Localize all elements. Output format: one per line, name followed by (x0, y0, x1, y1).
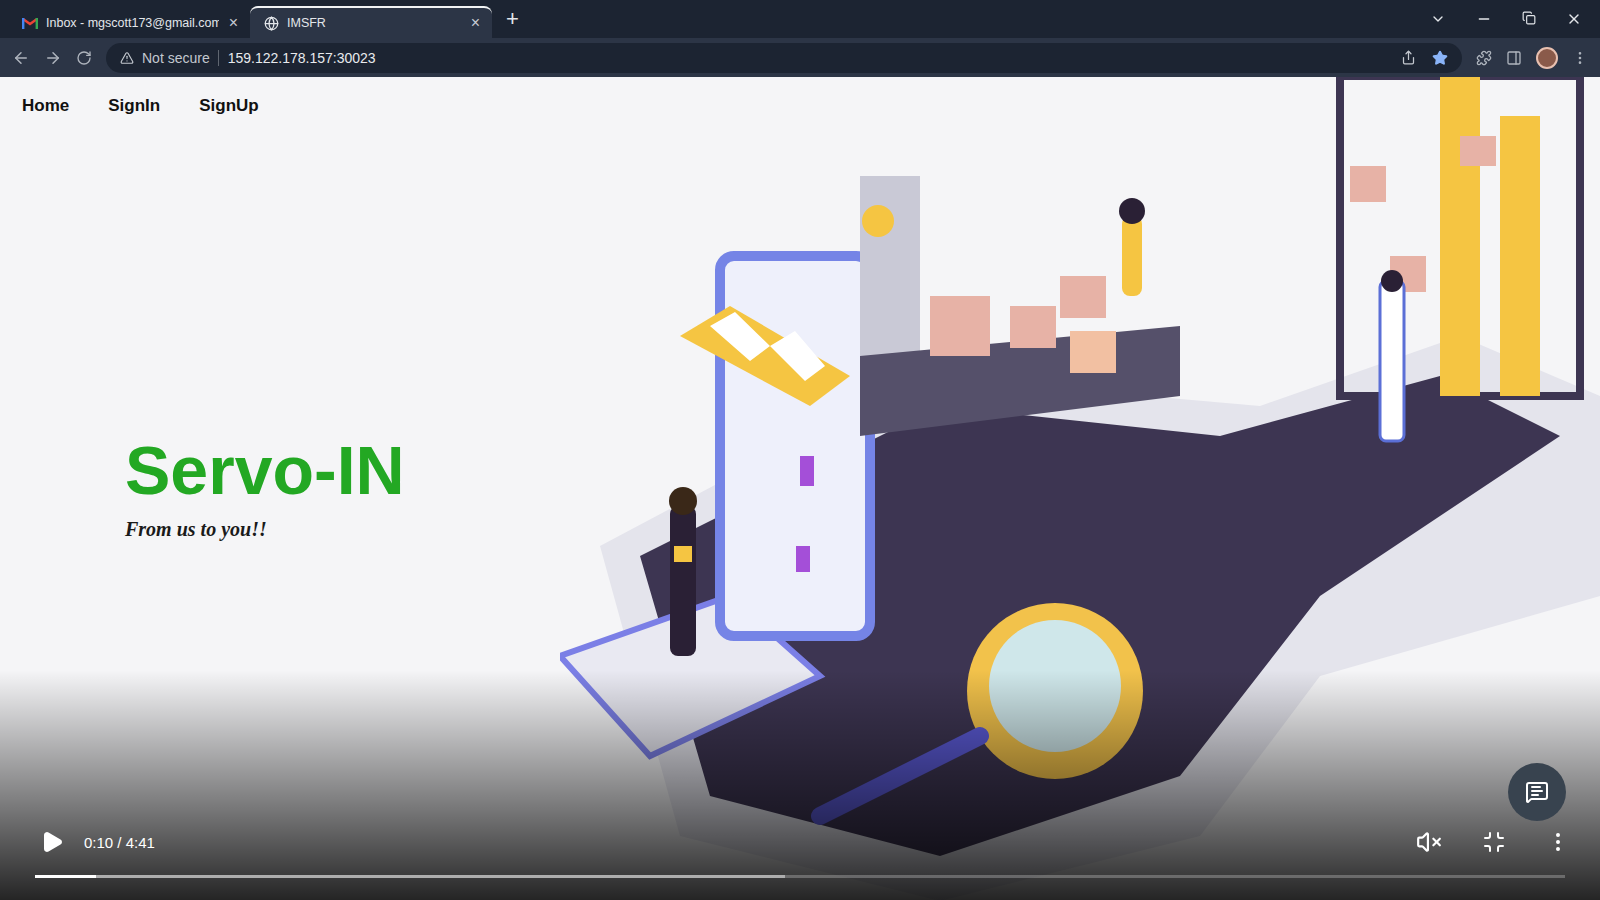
star-icon[interactable] (1432, 50, 1448, 66)
share-icon[interactable] (1401, 50, 1416, 65)
exit-fullscreen-icon[interactable] (1482, 830, 1506, 854)
restore-icon[interactable] (1522, 11, 1536, 25)
address-bar[interactable]: Not secure 159.122.178.157:30023 (106, 43, 1462, 73)
hero-title: Servo-IN (125, 433, 560, 508)
tab-strip: Inbox - mgscott173@gmail.com × IMSFR × + (0, 0, 1600, 38)
tab-label: Inbox - mgscott173@gmail.com (46, 16, 219, 30)
hero: Servo-IN From us to you!! (0, 135, 560, 541)
tab-close-button[interactable]: × (227, 14, 240, 32)
captions-icon (1525, 780, 1549, 804)
nav-link[interactable]: Home (22, 96, 69, 116)
video-controls: 0:10 / 4:41 (0, 670, 1600, 900)
gmail-icon (22, 17, 38, 29)
tab-search-icon[interactable] (1430, 11, 1446, 27)
page: Home SignIn SignUp Servo-IN From us to you!!… (0, 77, 1600, 900)
forward-icon[interactable] (44, 49, 62, 67)
window-controls (1430, 11, 1600, 27)
toolbar: Not secure 159.122.178.157:30023 (0, 38, 1600, 77)
buffered-fill (35, 875, 785, 878)
back-icon[interactable] (12, 49, 30, 67)
new-tab-button[interactable]: + (492, 6, 533, 32)
reload-icon[interactable] (76, 50, 92, 66)
close-icon[interactable] (1566, 11, 1582, 27)
progress-track[interactable] (35, 875, 1565, 878)
globe-icon (264, 16, 279, 31)
address-actions (1401, 50, 1448, 66)
menu-icon[interactable] (1572, 50, 1588, 66)
more-icon[interactable] (1546, 830, 1570, 854)
hero-tagline: From us to you!! (125, 518, 560, 541)
extensions-icon[interactable] (1476, 50, 1492, 66)
tab-label: IMSFR (287, 16, 461, 30)
muted-icon[interactable] (1416, 829, 1442, 855)
caption-row (0, 763, 1600, 821)
side-panel-icon[interactable] (1506, 50, 1522, 66)
nav-link[interactable]: SignUp (199, 96, 259, 116)
browser-tab[interactable]: Inbox - mgscott173@gmail.com × (8, 6, 250, 38)
right-controls (1416, 829, 1570, 855)
site-nav: Home SignIn SignUp (0, 77, 560, 135)
browser-tab[interactable]: IMSFR × (250, 6, 492, 38)
play-icon[interactable] (40, 830, 64, 854)
profile-avatar[interactable] (1536, 47, 1558, 69)
control-bar: 0:10 / 4:41 (0, 821, 1600, 867)
screen: Inbox - mgscott173@gmail.com × IMSFR × + Not … (0, 0, 1600, 900)
url-text: 159.122.178.157:30023 (218, 50, 376, 66)
nav-link[interactable]: SignIn (108, 96, 160, 116)
played-fill (35, 875, 96, 878)
tab-close-button[interactable]: × (469, 14, 482, 32)
minimize-icon[interactable] (1476, 11, 1492, 27)
time-display: 0:10 / 4:41 (84, 834, 155, 851)
captions-button[interactable] (1508, 763, 1566, 821)
warning-icon (120, 51, 134, 65)
security-label: Not secure (142, 50, 210, 66)
